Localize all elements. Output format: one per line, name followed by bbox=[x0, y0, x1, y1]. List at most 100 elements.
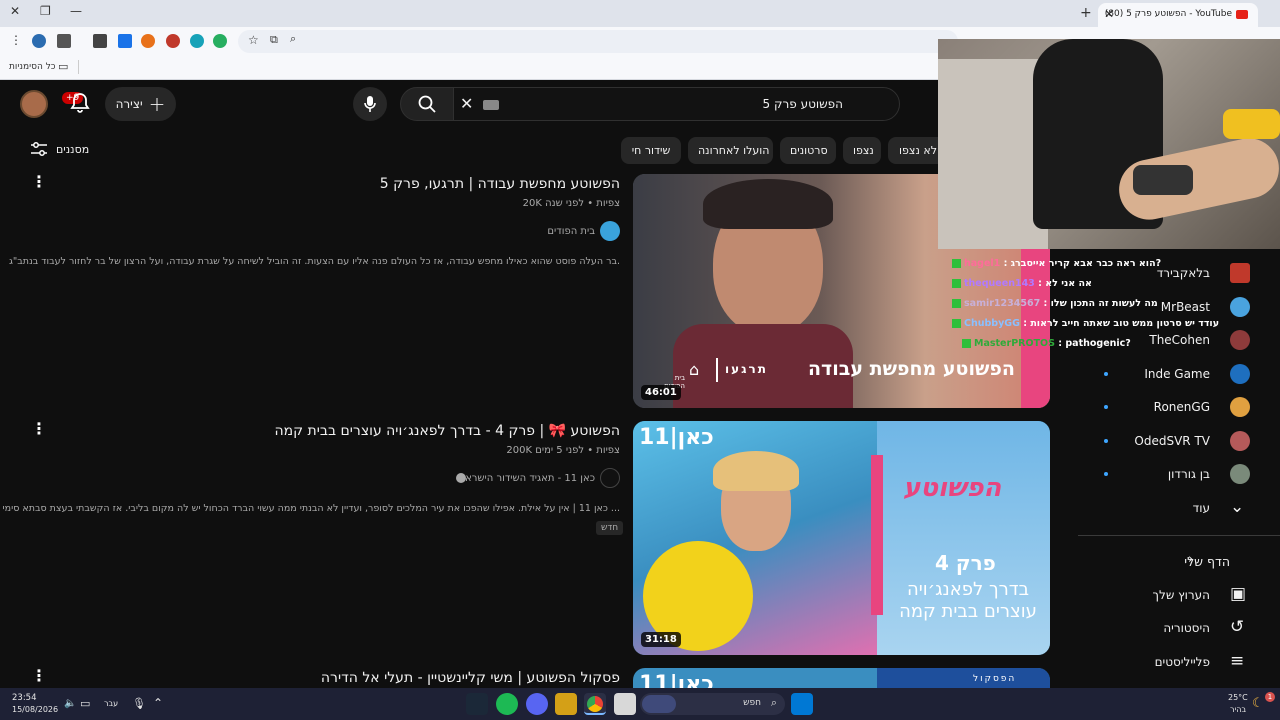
more-options-icon[interactable]: ⋮ bbox=[31, 172, 47, 191]
pink-bar bbox=[871, 455, 883, 615]
bell-icon[interactable] bbox=[70, 92, 90, 119]
video-description: כאן 11 | אין על אילת. אפילו שהפכו את עיר… bbox=[2, 503, 620, 514]
chat-user: MasterPROTOS bbox=[974, 338, 1055, 349]
folder-icon: ▭ bbox=[58, 60, 69, 73]
steam-icon[interactable] bbox=[466, 693, 488, 715]
discord-icon[interactable] bbox=[526, 693, 548, 715]
new-content-dot bbox=[1104, 439, 1108, 443]
video-title[interactable]: הפשוטע מחפשת עבודה | תרגעו, פרק 5 bbox=[380, 176, 620, 192]
chip-videos[interactable]: סרטונים bbox=[780, 137, 836, 164]
sidebar-your-channel[interactable]: הערוץ שלך ▣ bbox=[1080, 582, 1280, 610]
extension-icon-1[interactable] bbox=[118, 34, 132, 48]
search-button[interactable] bbox=[400, 87, 454, 121]
extension-icon-2[interactable] bbox=[141, 34, 155, 48]
windows-start-icon[interactable] bbox=[791, 693, 813, 715]
profile-icon[interactable] bbox=[32, 34, 46, 48]
sidebar-more[interactable]: עוד ⌄ bbox=[1080, 495, 1280, 523]
spotify-icon[interactable] bbox=[496, 693, 518, 715]
new-content-dot bbox=[1104, 405, 1108, 409]
sidebar-history[interactable]: היסטוריה ↺ bbox=[1080, 615, 1280, 643]
sidebar-sub-odedsvr[interactable]: OdedSVR TV bbox=[1080, 429, 1280, 457]
video-title[interactable]: פסקול הפשוטע | משי קליינשטיין - תעלי אל … bbox=[321, 670, 620, 686]
search-query: הפשוטע פרק 5 bbox=[762, 97, 843, 111]
clock-date[interactable]: 15/08/2026 bbox=[12, 705, 58, 714]
clear-search-icon[interactable]: ✕ bbox=[460, 94, 473, 113]
language-indicator[interactable]: עבר bbox=[104, 699, 118, 708]
chat-text: הוא ראה כבר אבא קריר אייסברג? bbox=[1010, 258, 1162, 269]
restore-window-icon[interactable]: ❐ bbox=[40, 4, 51, 18]
sub-name: בן גורדון bbox=[1167, 467, 1210, 481]
clock-time[interactable]: 23:54 bbox=[12, 693, 37, 703]
extensions-icon[interactable] bbox=[93, 34, 107, 48]
thumb-tag: הפסקול bbox=[973, 674, 1017, 684]
extension-icon-5[interactable] bbox=[213, 34, 227, 48]
file-explorer-icon[interactable] bbox=[614, 693, 636, 715]
channel-name[interactable]: בית הפודים bbox=[547, 226, 595, 237]
chat-user: thequeen143 bbox=[964, 278, 1035, 289]
filters-button[interactable]: מסננים bbox=[30, 142, 89, 156]
share-icon[interactable]: ⧉ bbox=[270, 33, 278, 47]
channel-avatar[interactable] bbox=[600, 468, 620, 488]
channel-name[interactable]: כאן 11 - תאגיד השידור הישראלי bbox=[457, 473, 595, 484]
game-icon[interactable] bbox=[555, 693, 577, 715]
extension-icon-4[interactable] bbox=[190, 34, 204, 48]
new-tab-button[interactable]: + bbox=[1080, 5, 1092, 21]
sidebar-sub-inde-game[interactable]: Inde Game bbox=[1080, 362, 1280, 390]
reading-list-icon[interactable] bbox=[57, 34, 71, 48]
all-bookmarks-label[interactable]: כל הסימניות bbox=[9, 62, 56, 72]
menu-dots-icon[interactable]: ⋮ bbox=[10, 33, 22, 47]
sliders-icon bbox=[31, 142, 47, 156]
create-button[interactable]: יצירה + bbox=[105, 87, 176, 121]
thumb-divider bbox=[716, 358, 718, 382]
chip-recently-uploaded[interactable]: הועלו לאחרונה bbox=[688, 137, 773, 164]
duration-badge: 31:18 bbox=[641, 632, 681, 647]
keyboard-icon[interactable] bbox=[483, 100, 499, 110]
more-options-icon[interactable]: ⋮ bbox=[31, 419, 47, 438]
more-label: עוד bbox=[1192, 501, 1210, 515]
zoom-icon[interactable]: ⌕ bbox=[290, 32, 296, 46]
chip-live[interactable]: שידור חי bbox=[621, 137, 681, 164]
chat-user: hagel1 bbox=[964, 258, 1001, 269]
more-options-icon[interactable]: ⋮ bbox=[31, 666, 47, 685]
mic-tray-icon[interactable]: 🎙 bbox=[132, 697, 146, 710]
weather-temp[interactable]: 25°C bbox=[1228, 693, 1248, 702]
sidebar-my-page[interactable]: הדף שלי › bbox=[1080, 548, 1280, 576]
avatar[interactable] bbox=[20, 90, 48, 118]
tab-title: (80) הפשוטע פרק 5 - YouTube bbox=[1104, 9, 1232, 19]
minimize-window-icon[interactable]: — bbox=[70, 4, 82, 18]
extension-icon-3[interactable] bbox=[166, 34, 180, 48]
bookmark-star-icon[interactable]: ☆ bbox=[248, 33, 259, 47]
tray-chevron-up-icon[interactable]: ⌃ bbox=[153, 696, 163, 710]
browser-tab-youtube[interactable]: ✕ (80) הפשוטע פרק 5 - YouTube bbox=[1098, 3, 1258, 27]
badge-icon bbox=[952, 299, 961, 308]
moon-weather-icon[interactable]: ☾ bbox=[1252, 696, 1264, 711]
badge-icon bbox=[952, 279, 961, 288]
video-title[interactable]: הפשוטע 🎀 | פרק 4 - בדרך לפאנג׳ויה עוצרים… bbox=[275, 423, 621, 439]
badge-icon bbox=[952, 259, 961, 268]
sidebar-sub-ronengg[interactable]: RonenGG bbox=[1080, 395, 1280, 423]
network-icon[interactable]: ▭ bbox=[80, 697, 90, 710]
sidebar-playlists[interactable]: פלייליסטים ≡ bbox=[1080, 649, 1280, 677]
search-input[interactable]: ✕ הפשוטע פרק 5 bbox=[453, 87, 900, 121]
voice-search-button[interactable] bbox=[353, 87, 387, 121]
chat-message: ChubbyGG : עודד יש סרטון ממש טוב שאתה חי… bbox=[952, 318, 1219, 329]
sidebar-sub-ben-gordon[interactable]: בן גורדון bbox=[1080, 462, 1280, 490]
channel-avatar[interactable] bbox=[600, 221, 620, 241]
video-thumbnail[interactable]: כאן|11 הפסקול bbox=[633, 668, 1050, 688]
playlist-icon: ≡ bbox=[1230, 651, 1245, 671]
thumb-brand: תרגעו bbox=[725, 362, 768, 376]
sub-avatar bbox=[1230, 330, 1250, 350]
chat-message: thequeen143 : אה אני לא bbox=[952, 278, 1092, 289]
video-thumbnail[interactable]: כאן|11 הפשוטע פרק 4 בדרך לפאנג׳ויה עוצרי… bbox=[633, 421, 1050, 655]
volume-icon[interactable]: 🔈 bbox=[64, 698, 76, 709]
address-bar[interactable]: ☆ ⧉ ⌕ bbox=[238, 30, 958, 53]
chrome-icon[interactable] bbox=[584, 693, 606, 715]
video-meta: 200K צפיות • לפני 5 ימים bbox=[506, 445, 620, 456]
chip-watched[interactable]: נצפו bbox=[843, 137, 881, 164]
weather-desc[interactable]: בהיר bbox=[1230, 705, 1246, 714]
sub-avatar bbox=[1230, 297, 1250, 317]
taskbar-search[interactable]: חפש ⌕ bbox=[640, 693, 785, 715]
windows-taskbar: 23:54 15/08/2026 🔈 ▭ עבר 🎙 ⌃ חפש ⌕ 25°C … bbox=[0, 688, 1280, 720]
close-window-icon[interactable]: ✕ bbox=[10, 4, 20, 18]
badge-icon bbox=[952, 319, 961, 328]
